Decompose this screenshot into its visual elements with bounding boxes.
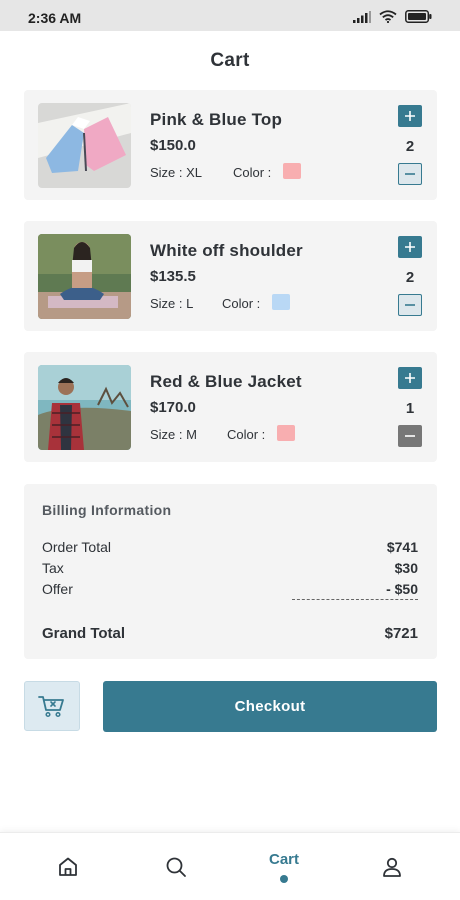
active-indicator [280,875,288,883]
status-time: 2:36 AM [28,10,82,26]
item-price: $170.0 [150,399,196,416]
quantity-value: 2 [405,269,415,286]
item-price: $135.5 [150,268,196,285]
bill-row: Tax $30 [42,560,418,576]
billing-title: Billing Information [42,502,172,518]
grand-total-label: Grand Total [42,625,126,642]
item-size: Size : XL [150,165,203,180]
color-swatch [272,294,290,310]
minus-icon [405,173,415,175]
bill-value: $30 [394,560,418,576]
decrease-quantity-button[interactable] [398,294,422,316]
product-image[interactable] [38,234,131,319]
product-image[interactable] [38,103,131,188]
status-bar: 2:36 AM [0,0,460,31]
nav-cart[interactable]: Cart [254,833,314,900]
cart-item: White off shoulder $135.5 Size : L Color… [24,221,437,331]
bill-row: Order Total $741 [42,539,418,555]
clear-cart-button[interactable] [24,681,80,731]
minus-icon [405,435,415,437]
item-name: Red & Blue Jacket [150,372,302,391]
item-color-label: Color : [222,296,261,311]
status-icons [353,10,432,23]
plus-icon [405,242,415,252]
billing-information: Billing Information Order Total $741 Tax… [24,484,437,659]
item-price: $150.0 [150,137,196,154]
quantity-value: 2 [405,138,415,155]
signal-icon [353,10,371,23]
bill-row: Offer - $50 [42,581,418,597]
battery-icon [405,10,432,23]
item-size: Size : M [150,427,197,442]
wifi-icon [379,10,397,23]
item-name: Pink & Blue Top [150,110,283,129]
bill-label: Offer [42,581,73,597]
color-swatch [283,163,301,179]
increase-quantity-button[interactable] [398,105,422,127]
page-title: Cart [210,50,250,71]
checkout-button[interactable]: Checkout [103,681,437,732]
item-name: White off shoulder [150,241,303,260]
item-color-label: Color : [227,427,266,442]
cart-item: Red & Blue Jacket $170.0 Size : M Color … [24,352,437,462]
item-color-label: Color : [233,165,272,180]
bill-label: Order Total [42,539,111,555]
search-icon [166,857,186,877]
grand-total-value: $721 [384,625,418,642]
increase-quantity-button[interactable] [398,367,422,389]
cart-remove-icon [38,696,64,718]
home-icon [59,857,77,876]
decrease-quantity-button[interactable] [398,425,422,447]
nav-profile[interactable] [372,833,412,900]
increase-quantity-button[interactable] [398,236,422,258]
user-icon [383,857,401,877]
dashed-divider [292,599,418,600]
plus-icon [405,111,415,121]
bill-label: Tax [42,560,64,576]
decrease-quantity-button[interactable] [398,163,422,185]
quantity-value: 1 [405,400,415,417]
product-image[interactable] [38,365,131,450]
color-swatch [277,425,295,441]
nav-search[interactable] [156,833,196,900]
nav-home[interactable] [48,833,88,900]
cart-item: Pink & Blue Top $150.0 Size : XL Color :… [24,90,437,200]
bill-value: - $50 [386,581,418,597]
grand-total-row: Grand Total $721 [42,625,418,642]
nav-cart-label: Cart [268,851,299,868]
item-size: Size : L [150,296,194,311]
bill-value: $741 [386,539,418,555]
plus-icon [405,373,415,383]
minus-icon [405,304,415,306]
bottom-navigation: Cart [0,832,460,900]
